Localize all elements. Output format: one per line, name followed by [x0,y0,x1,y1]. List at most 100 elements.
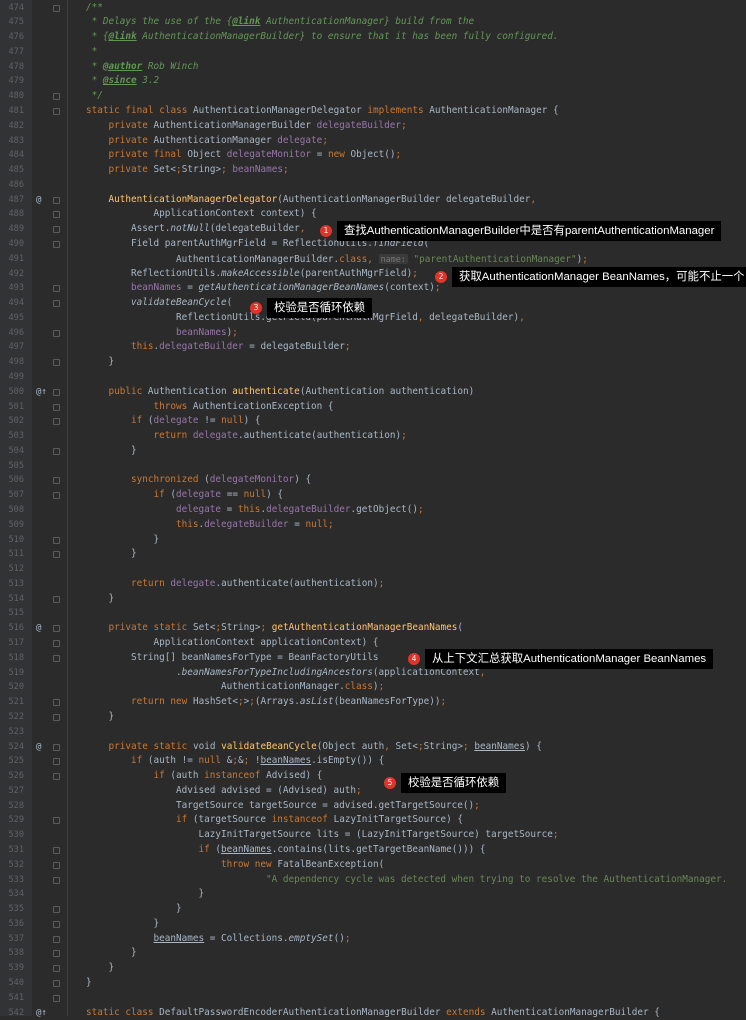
code-line[interactable]: 474 /** [0,1,746,16]
fold-toggle-icon[interactable] [53,846,60,854]
code-line[interactable]: 504 } [0,444,746,459]
fold-toggle-icon[interactable] [53,713,60,721]
override-marker-icon[interactable]: @ [36,621,41,636]
fold-toggle-icon[interactable] [53,773,60,781]
fold-toggle-icon[interactable] [53,595,60,603]
fold-toggle-icon[interactable] [53,758,60,766]
code-line[interactable]: 508 delegate = this.delegateBuilder.getO… [0,503,746,518]
fold-toggle-icon[interactable] [53,300,60,308]
fold-toggle-icon[interactable] [53,403,60,411]
code-line[interactable]: 480 */ [0,89,746,104]
fold-toggle-icon[interactable] [53,817,60,825]
code-line[interactable]: 478 * @author Rob Winch [0,60,746,75]
code-line[interactable]: 485 private Set<;String>; beanNames; [0,163,746,178]
fold-toggle-icon[interactable] [53,861,60,869]
code-line[interactable]: 497 this.delegateBuilder = delegateBuild… [0,340,746,355]
fold-toggle-icon[interactable] [53,359,60,367]
code-line[interactable]: 484 private final Object delegateMonitor… [0,148,746,163]
code-line[interactable]: 511 } [0,547,746,562]
code-line[interactable]: 520 AuthenticationManager.class); [0,680,746,695]
code-line[interactable]: 483 private AuthenticationManager delega… [0,134,746,149]
fold-toggle-icon[interactable] [53,93,60,101]
code-line[interactable]: 476 * {@link AuthenticationManagerBuilde… [0,30,746,45]
code-line[interactable]: 513 return delegate.authenticate(authent… [0,577,746,592]
fold-toggle-icon[interactable] [53,965,60,973]
code-editor[interactable]: 474 /** 475 * Delays the use of the {@link… [0,0,746,1018]
fold-toggle-icon[interactable] [53,743,60,751]
fold-toggle-icon[interactable] [53,196,60,204]
code-line[interactable]: 521 return new HashSet<;>;(Arrays.asList… [0,695,746,710]
fold-toggle-icon[interactable] [53,551,60,559]
code-line[interactable]: 531 if (beanNames.contains(lits.getTarge… [0,843,746,858]
code-line[interactable]: 495 ReflectionUtils.getField(parentAuthM… [0,311,746,326]
code-line[interactable]: 496 beanNames); [0,326,746,341]
fold-toggle-icon[interactable] [53,699,60,707]
fold-toggle-icon[interactable] [53,654,60,662]
code-line[interactable]: 537 beanNames = Collections.emptySet(); [0,932,746,947]
code-line[interactable]: 516 @ private static Set<;String>; getAut… [0,621,746,636]
code-line[interactable]: 510 } [0,533,746,548]
code-line[interactable]: 524 @ private static void validateBeanCyc… [0,740,746,755]
code-line[interactable]: 525 if (auth != null &;&; !beanNames.isE… [0,754,746,769]
code-line[interactable]: 499 [0,370,746,385]
code-line[interactable]: 507 if (delegate == null) { [0,488,746,503]
code-line[interactable]: 538 } [0,946,746,961]
fold-toggle-icon[interactable] [53,950,60,958]
code-line[interactable]: 506 synchronized (delegateMonitor) { [0,473,746,488]
code-line[interactable]: 494 validateBeanCycle( [0,296,746,311]
code-line[interactable]: 486 [0,178,746,193]
code-line[interactable]: 481 static final class AuthenticationMana… [0,104,746,119]
fold-toggle-icon[interactable] [53,492,60,500]
fold-toggle-icon[interactable] [53,979,60,987]
code-line[interactable]: 526 if (auth instanceof Advised) { [0,769,746,784]
fold-toggle-icon[interactable] [53,935,60,943]
code-line[interactable]: 533 "A dependency cycle was detected whe… [0,873,746,888]
override-marker-icon[interactable]: @ [36,193,41,208]
fold-toggle-icon[interactable] [53,285,60,293]
code-line[interactable]: 475 * Delays the use of the {@link Authe… [0,15,746,30]
code-line[interactable]: 487 @ AuthenticationManagerDelegator(Auth… [0,193,746,208]
override-marker-icon[interactable]: @ [36,740,41,755]
fold-toggle-icon[interactable] [53,226,60,234]
code-line[interactable]: 514 } [0,592,746,607]
code-line[interactable]: 503 return delegate.authenticate(authent… [0,429,746,444]
code-line[interactable]: 529 if (targetSource instanceof LazyInit… [0,813,746,828]
fold-toggle-icon[interactable] [53,994,60,1002]
code-line[interactable]: 488 ApplicationContext context) { [0,207,746,222]
code-line[interactable]: 477 * [0,45,746,60]
fold-toggle-icon[interactable] [53,876,60,884]
code-line[interactable]: 522 } [0,710,746,725]
code-line[interactable]: 498 } [0,355,746,370]
code-line[interactable]: 500 @↑ public Authentication authenticate… [0,385,746,400]
code-line[interactable]: 479 * @since 3.2 [0,74,746,89]
fold-toggle-icon[interactable] [53,640,60,648]
code-line[interactable]: 530 LazyInitTargetSource lits = (LazyIni… [0,828,746,843]
code-line[interactable]: 491 AuthenticationManagerBuilder.class, … [0,252,746,267]
code-line[interactable]: 509 this.delegateBuilder = null; [0,518,746,533]
fold-toggle-icon[interactable] [53,447,60,455]
fold-toggle-icon[interactable] [53,906,60,914]
code-line[interactable]: 541 [0,991,746,1006]
fold-toggle-icon[interactable] [53,536,60,544]
code-line[interactable]: 532 throw new FatalBeanException( [0,858,746,873]
code-line[interactable]: 542 @↑ static class DefaultPasswordEncoder… [0,1006,746,1020]
fold-toggle-icon[interactable] [53,920,60,928]
fold-toggle-icon[interactable] [53,107,60,115]
code-line[interactable]: 536 } [0,917,746,932]
code-line[interactable]: 528 TargetSource targetSource = advised.… [0,799,746,814]
code-line[interactable]: 534 } [0,887,746,902]
fold-toggle-icon[interactable] [53,477,60,485]
fold-toggle-icon[interactable] [53,388,60,396]
override-marker-icon[interactable]: @↑ [36,1006,47,1020]
fold-toggle-icon[interactable] [53,625,60,633]
fold-toggle-icon[interactable] [53,211,60,219]
code-line[interactable]: 502 if (delegate != null) { [0,414,746,429]
fold-toggle-icon[interactable] [53,240,60,248]
code-line[interactable]: 539 } [0,961,746,976]
code-line[interactable]: 482 private AuthenticationManagerBuilder… [0,119,746,134]
fold-toggle-icon[interactable] [53,418,60,426]
code-line[interactable]: 515 [0,606,746,621]
code-line[interactable]: 527 Advised advised = (Advised) auth; [0,784,746,799]
fold-toggle-icon[interactable] [53,329,60,337]
code-line[interactable]: 523 [0,725,746,740]
